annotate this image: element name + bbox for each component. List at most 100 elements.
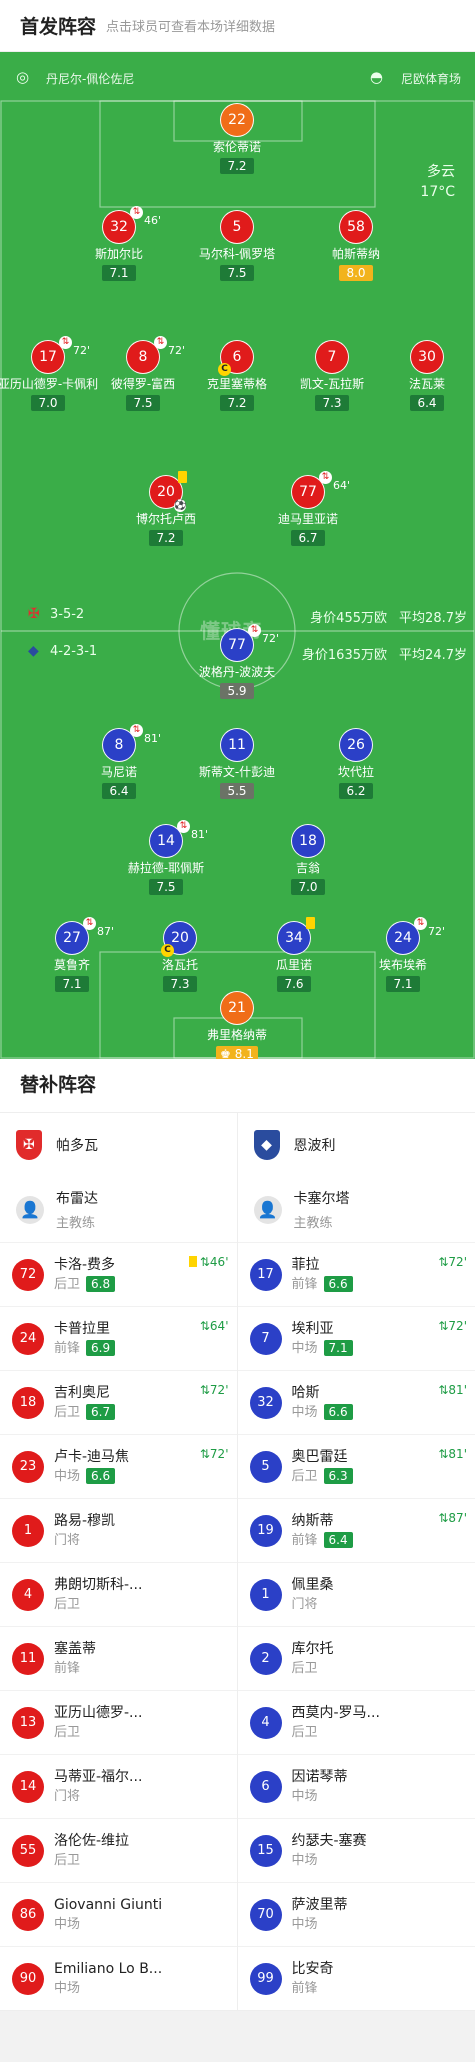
player-name: 坎代拉	[291, 764, 421, 780]
sub-player-row[interactable]: 55洛伦佐-维拉后卫	[0, 1818, 237, 1882]
substitution-icon: ⇅	[130, 724, 143, 737]
home-coach[interactable]: 👤 布雷达 主教练	[0, 1177, 237, 1242]
jersey-number: 13	[12, 1707, 44, 1739]
player-card[interactable]: 30法瓦莱6.4	[362, 340, 475, 411]
jersey-number: 19	[250, 1515, 282, 1547]
sub-player-row[interactable]: 11塞盖蒂前锋	[0, 1626, 237, 1690]
sub-in-icon: ⇅	[438, 1383, 448, 1397]
home-value: 身价455万欧	[310, 607, 387, 626]
player-rating: 6.7	[291, 530, 325, 546]
sub-player-row[interactable]: 19纳斯蒂前锋6.4⇅87'	[238, 1498, 475, 1562]
substitution-minute: 72'	[448, 1255, 467, 1269]
sub-player-row[interactable]: 17菲拉前锋6.6⇅72'	[238, 1242, 475, 1306]
player-card[interactable]: 20C洛瓦托7.3	[115, 921, 245, 992]
sub-player-row[interactable]: 18吉利奥尼后卫6.7⇅72'	[0, 1370, 237, 1434]
player-rating: 7.3	[315, 395, 349, 411]
substitution-icon: ⇅	[414, 917, 427, 930]
player-card[interactable]: 21弗里格纳蒂♚ 8.1	[172, 991, 302, 1059]
player-card[interactable]: 20⚽博尔托卢西7.2	[101, 475, 231, 546]
jersey-number: 24	[12, 1323, 44, 1355]
jersey-number: 5	[250, 1451, 282, 1483]
player-name: 菲拉	[292, 1255, 353, 1275]
jersey-number: 18	[12, 1387, 44, 1419]
sub-player-row[interactable]: 72卡洛-费多后卫6.8⇅46'	[0, 1242, 237, 1306]
away-team-header[interactable]: ◆ 恩波利	[238, 1113, 475, 1177]
player-name: 奥巴雷廷	[292, 1447, 353, 1467]
sub-player-row[interactable]: 99比安奇前锋	[238, 1946, 475, 2010]
sub-player-row[interactable]: 15约瑟夫-塞赛中场	[238, 1818, 475, 1882]
substitution-icon: ⇅	[248, 624, 261, 637]
jersey-number: 32	[250, 1387, 282, 1419]
sub-player-row[interactable]: 2库尔托后卫	[238, 1626, 475, 1690]
substitution-minute: 72'	[262, 623, 279, 655]
player-card[interactable]: 32⇅46'斯加尔比7.1	[54, 210, 184, 281]
sub-player-row[interactable]: 14马蒂亚-福尔...门将	[0, 1754, 237, 1818]
page-footer	[0, 2010, 475, 2062]
player-position: 后卫	[54, 1725, 80, 1740]
player-rating: 6.8	[86, 1276, 115, 1292]
jersey-number: 22	[220, 103, 254, 137]
sub-player-row[interactable]: 4弗朗切斯科-...后卫	[0, 1562, 237, 1626]
sub-player-row[interactable]: 1佩里桑门将	[238, 1562, 475, 1626]
subs-title: 替补阵容	[0, 1059, 475, 1112]
temperature: 17°C	[420, 182, 455, 202]
player-card[interactable]: 22索伦蒂诺7.2	[172, 103, 302, 174]
player-rating: 6.7	[86, 1404, 115, 1420]
sub-player-row[interactable]: 24卡普拉里前锋6.9⇅64'	[0, 1306, 237, 1370]
home-formation: 3-5-2	[50, 607, 84, 622]
pitch: ◎ 丹尼尔-佩伦佐尼 ◓ 尼欧体育场 多云 17°C 懂球帝 ✠ 3-5-2 身…	[0, 52, 475, 1059]
sub-player-row[interactable]: 86Giovanni Giunti中场	[0, 1882, 237, 1946]
player-card[interactable]: 26坎代拉6.2	[291, 728, 421, 799]
avatar-icon: 👤	[254, 1196, 282, 1224]
sub-player-row[interactable]: 32哈斯中场6.6⇅81'	[238, 1370, 475, 1434]
player-card[interactable]: 77⇅72'波格丹-波波夫5.9	[172, 628, 302, 699]
jersey-number: 15	[250, 1835, 282, 1867]
sub-player-row[interactable]: 90Emiliano Lo B...中场	[0, 1946, 237, 2010]
player-name: 吉利奥尼	[54, 1383, 115, 1403]
player-card[interactable]: 14⇅81'赫拉德-耶佩斯7.5	[101, 824, 231, 895]
player-card[interactable]: 18吉翁7.0	[243, 824, 373, 895]
away-avg-age: 平均24.7岁	[399, 644, 467, 663]
player-card[interactable]: 8⇅81'马尼诺6.4	[54, 728, 184, 799]
away-coach[interactable]: 👤 卡塞尔塔 主教练	[238, 1177, 475, 1242]
sub-player-row[interactable]: 23卢卡-迪马焦中场6.6⇅72'	[0, 1434, 237, 1498]
sub-player-row[interactable]: 5奥巴雷廷后卫6.3⇅81'	[238, 1434, 475, 1498]
player-name: 哈斯	[292, 1383, 353, 1403]
player-rating: 6.6	[324, 1276, 353, 1292]
sub-player-row[interactable]: 6因诺琴蒂中场	[238, 1754, 475, 1818]
player-name: 迪马里亚诺	[243, 511, 373, 527]
player-name: 库尔托	[292, 1639, 334, 1659]
substitution-event: ⇅81'	[438, 1447, 467, 1461]
player-rating: 7.5	[149, 879, 183, 895]
substitution-event: ⇅81'	[438, 1383, 467, 1397]
jersey-number: 55	[12, 1835, 44, 1867]
player-name: Emiliano Lo B...	[54, 1959, 162, 1979]
player-rating: 5.9	[220, 683, 254, 699]
player-name: 约瑟夫-塞赛	[292, 1831, 367, 1851]
player-card[interactable]: 5马尔科-佩罗塔7.5	[172, 210, 302, 281]
player-name: 西莫内-罗马...	[292, 1703, 380, 1723]
sub-player-row[interactable]: 4西莫内-罗马...后卫	[238, 1690, 475, 1754]
home-team-name: 帕多瓦	[56, 1135, 98, 1155]
player-name: 赫拉德-耶佩斯	[101, 860, 231, 876]
yellow-card-icon	[178, 471, 187, 483]
sub-player-row[interactable]: 13亚历山德罗-...后卫	[0, 1690, 237, 1754]
player-name: 马尼诺	[54, 764, 184, 780]
player-name: 法瓦莱	[362, 376, 475, 392]
sub-player-row[interactable]: 70萨波里蒂中场	[238, 1882, 475, 1946]
sub-player-row[interactable]: 7埃利亚中场7.1⇅72'	[238, 1306, 475, 1370]
sub-player-row[interactable]: 1路易-穆凯门将	[0, 1498, 237, 1562]
referee-name: 丹尼尔-佩伦佐尼	[46, 70, 134, 87]
player-rating: 7.2	[220, 158, 254, 174]
player-card[interactable]: 77⇅64'迪马里亚诺6.7	[243, 475, 373, 546]
player-rating: 6.3	[324, 1468, 353, 1484]
player-card[interactable]: 24⇅72'埃布埃希7.1	[338, 921, 468, 992]
player-rating: 7.2	[149, 530, 183, 546]
player-card[interactable]: 11斯蒂文-什彭迪5.5	[172, 728, 302, 799]
player-card[interactable]: 58帕斯蒂纳8.0	[291, 210, 421, 281]
substitution-event: ⇅46'	[189, 1255, 229, 1269]
player-position: 后卫	[54, 1405, 80, 1420]
home-team-header[interactable]: ✠ 帕多瓦	[0, 1113, 237, 1177]
jersey-number: 6	[250, 1771, 282, 1803]
empoli-crest-icon: ◆	[254, 1130, 280, 1160]
